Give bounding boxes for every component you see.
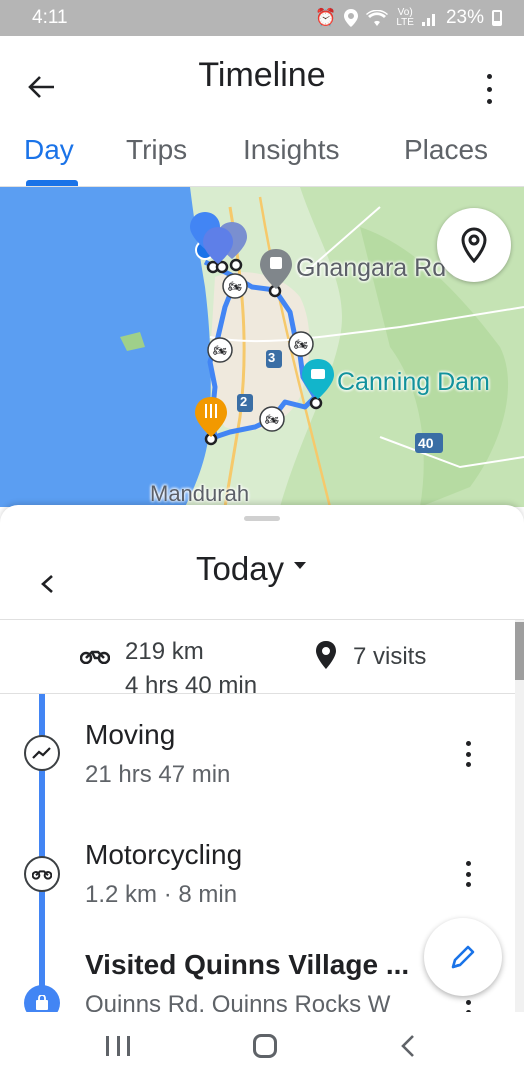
date-label: Today xyxy=(196,550,285,587)
motorcycle-icon xyxy=(80,650,110,664)
timeline-item-title: Moving xyxy=(85,719,176,750)
location-icon xyxy=(344,9,359,27)
recents-button[interactable] xyxy=(106,1036,130,1056)
map-label-canning-dam: Canning Dam xyxy=(337,368,490,396)
dropdown-caret-icon xyxy=(294,561,307,569)
map-view[interactable]: 🏍 🏍 🏍 🏍 Gnangara Rd Bef Canning Dam Mandura… xyxy=(0,187,524,507)
more-vert-icon xyxy=(486,74,492,79)
app-bar: Timeline xyxy=(0,36,524,132)
volte-icon: Vo) LTE xyxy=(396,7,414,28)
scrollbar-thumb[interactable] xyxy=(515,622,524,680)
more-vert-icon xyxy=(465,741,471,746)
map-label-mandurah: Mandurah xyxy=(150,481,250,506)
pencil-icon xyxy=(451,945,475,969)
day-summary: 219 km 4 hrs 40 min 7 visits xyxy=(0,620,515,694)
svg-text:🏍: 🏍 xyxy=(228,280,242,293)
more-vert-icon xyxy=(465,861,471,866)
road-shield-3: 3 xyxy=(268,350,276,365)
tab-insights[interactable]: Insights xyxy=(243,134,340,166)
sheet-drag-handle[interactable] xyxy=(244,516,280,521)
home-button[interactable] xyxy=(253,1034,277,1058)
place-pin-icon xyxy=(316,641,336,669)
date-selector[interactable]: Today xyxy=(196,549,307,589)
timeline-item-title: Motorcycling xyxy=(85,839,243,870)
edit-button[interactable] xyxy=(424,918,502,996)
timeline-item-title: Visited Quinns Village ... xyxy=(85,949,410,980)
system-back-button[interactable] xyxy=(400,1034,416,1063)
signal-icon xyxy=(421,14,435,26)
timeline-item-subtitle: 1.2 km · 8 min xyxy=(85,881,238,908)
tab-trips[interactable]: Trips xyxy=(126,134,187,166)
wifi-icon xyxy=(366,10,389,26)
previous-day-button[interactable] xyxy=(32,569,62,599)
svg-text:🏍: 🏍 xyxy=(265,413,279,426)
chevron-left-icon xyxy=(41,575,53,593)
status-bar: 4:11 ⏰ Vo) LTE 23% xyxy=(0,0,524,36)
shopping-bag-icon xyxy=(24,985,60,1015)
summary-distance: 219 km xyxy=(125,638,204,665)
page-title: Timeline xyxy=(198,56,326,94)
alarm-icon: ⏰ xyxy=(315,8,337,27)
moving-icon xyxy=(24,735,60,771)
battery-percent: 23% xyxy=(445,7,484,28)
system-nav-bar xyxy=(0,1012,524,1080)
timeline-sheet: Today 219 km 4 hrs 40 min 7 visits Movin… xyxy=(0,505,524,1015)
item-more-button[interactable] xyxy=(464,741,472,767)
summary-visits: 7 visits xyxy=(353,643,427,670)
svg-text:🏍: 🏍 xyxy=(213,344,227,357)
tab-day[interactable]: Day xyxy=(24,134,74,166)
chevron-left-icon xyxy=(401,1035,414,1057)
status-icons: ⏰ Vo) LTE 23% xyxy=(315,7,502,29)
status-time: 4:11 xyxy=(32,7,68,28)
motorcycle-icon xyxy=(24,856,60,892)
svg-text:🏍: 🏍 xyxy=(294,338,308,351)
tab-places[interactable]: Places xyxy=(404,134,488,166)
tab-indicator xyxy=(26,180,78,186)
timeline-item-subtitle: 21 hrs 47 min xyxy=(85,761,231,788)
more-options-button[interactable] xyxy=(484,74,494,104)
road-shield-40: 40 xyxy=(418,435,434,451)
summary-duration: 4 hrs 40 min xyxy=(125,672,258,694)
places-pin-button[interactable] xyxy=(437,208,511,282)
item-more-button[interactable] xyxy=(464,861,472,887)
tab-bar: Day Trips Insights Places xyxy=(0,132,524,187)
battery-icon xyxy=(492,10,502,26)
map-pin-outline-icon xyxy=(461,227,487,263)
road-shield-2: 2 xyxy=(240,394,248,409)
